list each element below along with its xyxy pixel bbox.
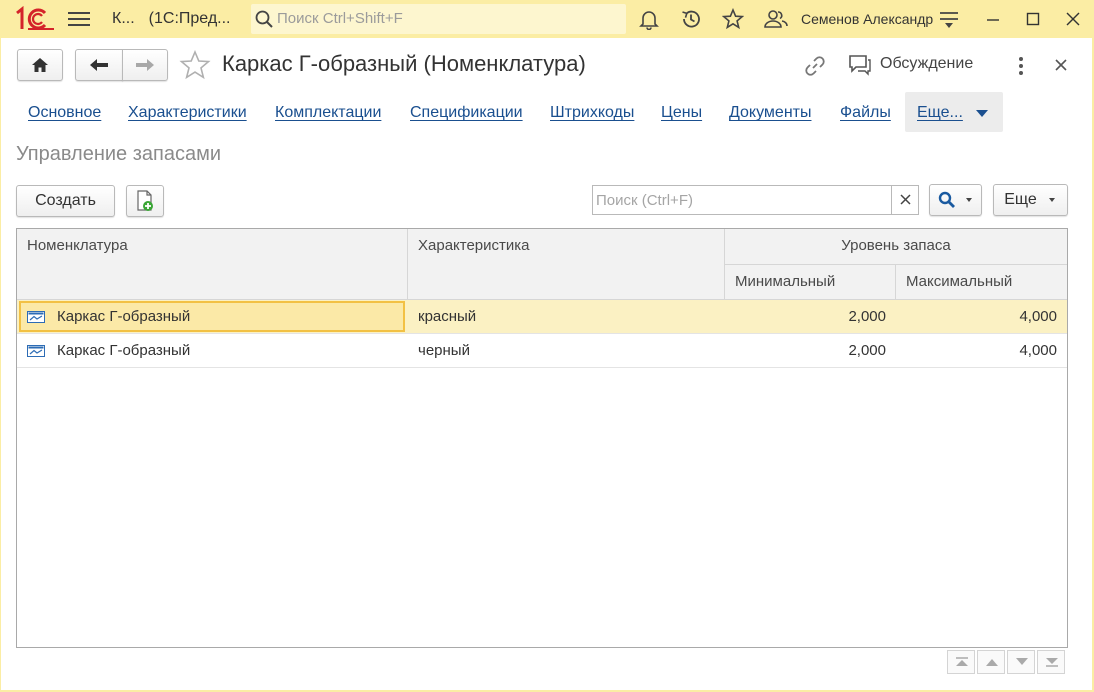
window-close-icon[interactable] [1063,9,1083,29]
scroll-down-button[interactable] [1007,650,1035,674]
column-header-characteristic[interactable]: Характеристика [408,229,725,300]
maximize-icon[interactable] [1023,9,1043,29]
favorites-star-icon[interactable] [722,8,744,30]
tab-characteristics[interactable]: Характеристики [128,104,247,122]
column-header-maximum[interactable]: Максимальный [896,265,1067,300]
section-more-label: Еще [1004,191,1037,208]
favorite-star-icon[interactable] [179,50,211,80]
scroll-up-button[interactable] [977,650,1005,674]
forward-button[interactable] [122,49,168,81]
list-search-input[interactable]: Поиск (Ctrl+F) [592,185,919,215]
item-characteristic-icon [27,311,45,323]
section-more-button[interactable]: Еще [993,184,1068,216]
cell-minimum[interactable]: 2,000 [725,300,896,333]
more-tabs-label: Еще... [917,104,963,121]
scroll-down-icon [1016,658,1028,665]
global-search-input[interactable]: Поиск Ctrl+Shift+F [251,4,626,34]
form-title: Каркас Г-образный (Номенклатура) [222,51,586,76]
global-search-placeholder: Поиск Ctrl+Shift+F [277,10,403,27]
create-button[interactable]: Создать [16,185,115,217]
column-header-nomenclature[interactable]: Номенклатура [17,229,408,300]
create-copy-button[interactable] [126,185,164,217]
cell-maximum[interactable]: 4,000 [896,300,1067,333]
cell-nomenclature[interactable]: Каркас Г-образный [57,300,407,333]
chevron-down-icon [1048,198,1055,202]
clear-search-button[interactable] [891,186,918,214]
cell-maximum[interactable]: 4,000 [896,334,1067,367]
form-close-icon[interactable] [1053,57,1069,73]
cell-minimum[interactable]: 2,000 [725,334,896,367]
more-actions-icon[interactable] [1015,55,1027,77]
settings-filter-icon[interactable] [938,8,960,30]
arrow-right-icon [136,59,154,71]
tab-files[interactable]: Файлы [840,104,891,122]
chevron-down-icon [965,198,972,202]
column-header-minimum[interactable]: Минимальный [725,265,896,300]
add-document-icon [137,190,153,211]
item-characteristic-icon [27,345,45,357]
cell-nomenclature[interactable]: Каркас Г-образный [57,334,407,367]
history-icon[interactable] [680,8,702,30]
search-options-button[interactable] [929,184,982,216]
users-icon[interactable] [763,8,789,30]
table-row[interactable]: Каркас Г-образный красный 2,000 4,000 [17,300,1067,334]
form-window: Каркас Г-образный (Номенклатура) Обсужде… [1,38,1092,690]
home-icon [32,58,48,72]
stock-levels-table[interactable]: Номенклатура Характеристика Уровень запа… [16,228,1068,648]
column-group-header-stock-level: Уровень запаса [725,229,1067,265]
cell-characteristic[interactable]: красный [418,300,718,333]
title-bar: К... (1С:Пред... Поиск Ctrl+Shift+F Семен… [0,0,1094,38]
window-title: К... (1С:Пред... [112,10,231,28]
link-icon[interactable] [803,54,827,78]
home-button[interactable] [17,49,63,81]
list-search-placeholder: Поиск (Ctrl+F) [596,192,693,209]
main-menu-icon[interactable] [68,9,90,29]
more-tabs-dropdown[interactable]: Еще... [905,92,1003,132]
bell-icon[interactable] [638,8,660,30]
window-title-short: К... [112,10,135,27]
tab-specifications[interactable]: Спецификации [410,104,523,122]
cell-characteristic[interactable]: черный [418,334,718,367]
scroll-up-icon [986,659,998,666]
tab-kits[interactable]: Комплектации [275,104,381,122]
window-title-app: (1С:Пред... [148,10,231,27]
magnifier-icon [938,191,955,208]
user-name[interactable]: Семенов Александр [801,11,933,27]
scroll-to-top-button[interactable] [947,650,975,674]
1c-logo-icon[interactable] [14,6,56,32]
back-button[interactable] [75,49,123,81]
create-button-label: Создать [35,192,96,209]
section-title: Управление запасами [16,143,222,165]
tab-documents[interactable]: Документы [729,104,811,122]
scroll-top-icon [956,657,968,666]
scroll-bottom-icon [1046,658,1058,667]
discussion-icon[interactable] [848,54,872,76]
dropdown-arrow-icon [976,110,988,117]
discussion-label[interactable]: Обсуждение [880,55,973,73]
tab-barcodes[interactable]: Штрихкоды [550,104,634,122]
tab-prices[interactable]: Цены [661,104,702,122]
scroll-to-bottom-button[interactable] [1037,650,1065,674]
minimize-icon[interactable] [983,9,1003,29]
search-icon [255,10,273,28]
table-row[interactable]: Каркас Г-образный черный 2,000 4,000 [17,334,1067,368]
tab-osnovnoe[interactable]: Основное [28,104,101,122]
arrow-left-icon [90,59,108,71]
clear-icon [900,194,911,205]
